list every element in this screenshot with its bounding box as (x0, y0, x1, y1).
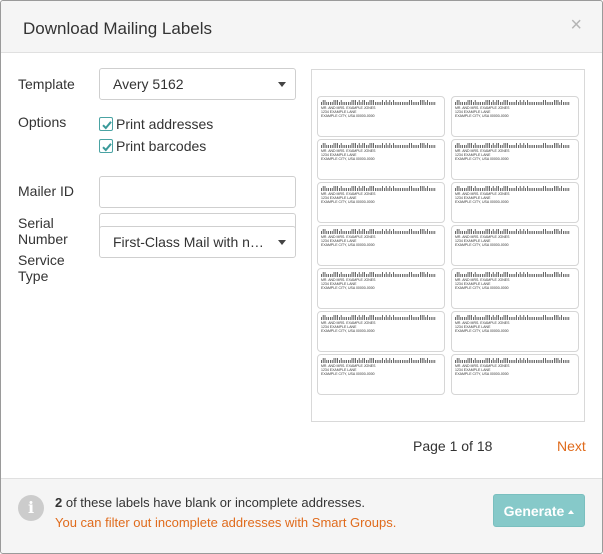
label-address-line: EXAMPLE CITY, USA 00000-0000 (455, 200, 509, 204)
mailing-label: MR. AND MRS. EXAMPLE JONES 1234 EXAMPLE L… (317, 354, 445, 395)
template-select[interactable]: Avery 5162 (99, 68, 296, 100)
print-addresses-option[interactable]: Print addresses (99, 116, 213, 132)
label-address-line: EXAMPLE CITY, USA 00000-0000 (321, 243, 375, 247)
barcode-icon (321, 272, 436, 277)
barcode-icon (321, 100, 436, 105)
incomplete-message-text: of these labels have blank or incomplete… (62, 495, 366, 510)
serial-number-label-line2: Number (18, 231, 68, 247)
print-barcodes-checkbox[interactable] (99, 139, 113, 153)
generate-button[interactable]: Generate (493, 494, 585, 527)
label-address-line: EXAMPLE CITY, USA 00000-0000 (455, 243, 509, 247)
mailing-label: MR. AND MRS. EXAMPLE JONES 1234 EXAMPLE L… (451, 225, 579, 266)
mailer-id-label: Mailer ID (18, 183, 75, 199)
template-label: Template (18, 76, 75, 92)
checkmark-icon (102, 143, 112, 152)
label-address-line: EXAMPLE CITY, USA 00000-0000 (321, 157, 375, 161)
mailing-label: MR. AND MRS. EXAMPLE JONES 1234 EXAMPLE L… (317, 139, 445, 180)
label-address-line: EXAMPLE CITY, USA 00000-0000 (455, 329, 509, 333)
mailing-label: MR. AND MRS. EXAMPLE JONES 1234 EXAMPLE L… (317, 268, 445, 309)
label-grid: MR. AND MRS. EXAMPLE JONES 1234 EXAMPLE L… (317, 96, 579, 395)
print-barcodes-option[interactable]: Print barcodes (99, 138, 206, 154)
page-indicator: Page 1 of 18 (413, 438, 493, 454)
chevron-down-icon (278, 82, 286, 87)
serial-number-label: Serial Number (18, 215, 68, 247)
label-preview: MR. AND MRS. EXAMPLE JONES 1234 EXAMPLE L… (311, 69, 585, 422)
barcode-icon (455, 358, 570, 363)
info-icon: i (18, 495, 44, 521)
barcode-icon (321, 229, 436, 234)
service-type-label-line2: Type (18, 268, 49, 284)
dialog-header: Download Mailing Labels × (1, 1, 602, 53)
barcode-icon (455, 143, 570, 148)
service-type-select-value: First-Class Mail with no ... (113, 234, 274, 250)
generate-button-label: Generate (503, 503, 565, 519)
label-address-line: EXAMPLE CITY, USA 00000-0000 (321, 329, 375, 333)
service-type-label: Service Type (18, 252, 65, 284)
incomplete-address-message: 2 of these labels have blank or incomple… (55, 495, 365, 510)
chevron-down-icon (278, 240, 286, 245)
label-address-line: EXAMPLE CITY, USA 00000-0000 (455, 114, 509, 118)
barcode-icon (455, 315, 570, 320)
mailing-label: MR. AND MRS. EXAMPLE JONES 1234 EXAMPLE L… (451, 354, 579, 395)
barcode-icon (455, 229, 570, 234)
mailing-label: MR. AND MRS. EXAMPLE JONES 1234 EXAMPLE L… (317, 182, 445, 223)
template-select-value: Avery 5162 (113, 76, 184, 92)
checkmark-icon (102, 121, 112, 130)
mailing-label: MR. AND MRS. EXAMPLE JONES 1234 EXAMPLE L… (317, 96, 445, 137)
mailing-label: MR. AND MRS. EXAMPLE JONES 1234 EXAMPLE L… (317, 311, 445, 352)
service-type-select[interactable]: First-Class Mail with no ... (99, 226, 296, 258)
serial-number-label-line1: Serial (18, 215, 54, 231)
label-address-line: EXAMPLE CITY, USA 00000-0000 (321, 200, 375, 204)
barcode-icon (321, 186, 436, 191)
barcode-icon (455, 272, 570, 277)
label-address-line: EXAMPLE CITY, USA 00000-0000 (321, 286, 375, 290)
service-type-label-line1: Service (18, 252, 65, 268)
options-label: Options (18, 114, 67, 130)
mailing-label: MR. AND MRS. EXAMPLE JONES 1234 EXAMPLE L… (317, 225, 445, 266)
print-addresses-checkbox[interactable] (99, 117, 113, 131)
download-mailing-labels-dialog: Download Mailing Labels × Template Avery… (0, 0, 603, 554)
label-address-line: EXAMPLE CITY, USA 00000-0000 (455, 286, 509, 290)
print-addresses-label: Print addresses (116, 116, 214, 132)
dialog-footer: i 2 of these labels have blank or incomp… (1, 478, 602, 553)
barcode-icon (321, 315, 436, 320)
mailing-label: MR. AND MRS. EXAMPLE JONES 1234 EXAMPLE L… (451, 139, 579, 180)
smart-groups-link[interactable]: You can filter out incomplete addresses … (55, 515, 396, 530)
caret-up-icon (568, 510, 575, 514)
mailing-label: MR. AND MRS. EXAMPLE JONES 1234 EXAMPLE L… (451, 268, 579, 309)
mailing-label: MR. AND MRS. EXAMPLE JONES 1234 EXAMPLE L… (451, 182, 579, 223)
mailing-label: MR. AND MRS. EXAMPLE JONES 1234 EXAMPLE L… (451, 96, 579, 137)
print-barcodes-label: Print barcodes (116, 138, 207, 154)
label-address-line: EXAMPLE CITY, USA 00000-0000 (321, 114, 375, 118)
barcode-icon (455, 100, 570, 105)
mailing-label: MR. AND MRS. EXAMPLE JONES 1234 EXAMPLE L… (451, 311, 579, 352)
mailer-id-input[interactable] (99, 176, 296, 208)
label-address-line: EXAMPLE CITY, USA 00000-0000 (321, 372, 375, 376)
close-icon[interactable]: × (570, 15, 582, 35)
barcode-icon (321, 358, 436, 363)
next-link[interactable]: Next (557, 438, 586, 454)
barcode-icon (321, 143, 436, 148)
label-address-line: EXAMPLE CITY, USA 00000-0000 (455, 372, 509, 376)
label-address-line: EXAMPLE CITY, USA 00000-0000 (455, 157, 509, 161)
barcode-icon (455, 186, 570, 191)
dialog-title: Download Mailing Labels (23, 19, 213, 38)
